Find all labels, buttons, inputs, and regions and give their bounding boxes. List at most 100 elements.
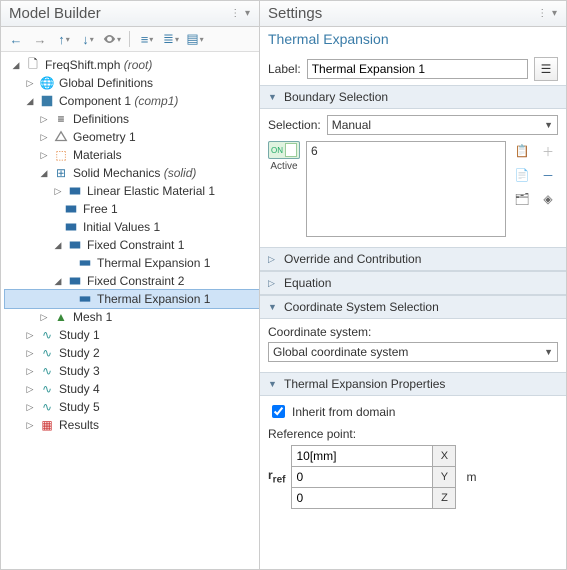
study-icon: ∿ [39,381,55,397]
go-to-source-icon[interactable]: ☰ [534,57,558,81]
section-override[interactable]: ▷ Override and Contribution [260,247,566,271]
paste-icon[interactable]: 📄 [512,165,532,185]
collapse-icon[interactable]: ≡ [138,30,156,48]
rref-y-input[interactable] [292,467,432,487]
expand-icon[interactable]: ≣ [162,30,180,48]
selection-dropdown[interactable]: Manual▼ [327,115,558,135]
tree-thermal-expansion-1a[interactable]: Thermal Expansion 1 [5,254,259,272]
toolbar-separator [129,31,130,47]
tree-geometry[interactable]: ▷ Geometry 1 [5,128,259,146]
subfeature-icon [77,291,93,307]
axis-x: X [433,446,456,467]
inherit-checkbox[interactable]: Inherit from domain [268,402,558,421]
tree-thermal-expansion-1b[interactable]: Thermal Expansion 1 [5,290,259,308]
tree-study-5[interactable]: ▷ ∿ Study 5 [5,398,259,416]
tree-component[interactable]: ◢ Component 1 (comp1) [5,92,259,110]
clipboard-icon[interactable]: 🗂 [512,189,532,209]
subfeature-icon [77,255,93,271]
section-boundary-selection[interactable]: ▼ Boundary Selection [260,85,566,109]
tree-study-4[interactable]: ▷ ∿ Study 4 [5,380,259,398]
remove-icon[interactable]: － [538,165,558,185]
chevron-right-icon: ▷ [268,254,278,265]
tree-fixed-constraint-1[interactable]: ◢ Fixed Constraint 1 [5,236,259,254]
panel-menu-icon[interactable]: ⋮ ▾ [230,8,251,19]
study-icon: ∿ [39,399,55,415]
chevron-down-icon: ▼ [268,379,278,389]
active-toggle[interactable]: ON Active [268,141,300,172]
add-icon[interactable]: ＋ [538,141,558,161]
zoom-select-icon[interactable]: ◈ [538,189,558,209]
back-icon[interactable]: ← [7,30,25,48]
tree-materials[interactable]: ▷ ⬚ Materials [5,146,259,164]
section-title: Coordinate System Selection [284,300,439,314]
panel-menu-icon[interactable]: ⋮ ▾ [537,8,558,19]
tree-view-icon[interactable]: ▤ [186,30,204,48]
selection-label: Selection: [268,118,321,132]
selection-listbox[interactable]: 6 [306,141,506,237]
component-icon [39,93,55,109]
forward-icon[interactable]: → [31,30,49,48]
settings-subtitle: Thermal Expansion [260,27,566,53]
settings-panel: Settings ⋮ ▾ Thermal Expansion Label: ☰ … [260,1,566,569]
globe-icon: 🌐 [39,75,55,91]
axis-y: Y [433,467,456,488]
selection-tools-col2: ＋ － ◈ [538,141,558,209]
model-builder-title: Model Builder [9,5,101,22]
list-item[interactable]: 6 [311,144,501,158]
boundary-feature-icon [63,201,79,217]
up-icon[interactable]: ↑ [55,30,73,48]
section-thermal-props[interactable]: ▼ Thermal Expansion Properties [260,372,566,396]
study-icon: ∿ [39,327,55,343]
tree-study-2[interactable]: ▷ ∿ Study 2 [5,344,259,362]
model-builder-toolbar: ← → ↑ ↓ ≡ ≣ ▤ [1,27,259,52]
boundary-feature-icon [67,273,83,289]
physics-icon: ⊞ [53,165,69,181]
coord-label: Coordinate system: [268,325,558,339]
tree-root[interactable]: ◢ 🗋 FreqShift.mph (root) [5,56,259,74]
coord-dropdown[interactable]: Global coordinate system▼ [268,342,558,362]
settings-title: Settings [268,5,322,22]
down-icon[interactable]: ↓ [79,30,97,48]
tree-lem[interactable]: ▷ Linear Elastic Material 1 [5,182,259,200]
chevron-down-icon: ▼ [268,302,278,312]
rref-z-input[interactable] [292,488,432,508]
rref-symbol: rref [268,468,285,485]
tree-mesh[interactable]: ▷ ▲ Mesh 1 [5,308,259,326]
section-title: Override and Contribution [284,252,421,266]
model-tree[interactable]: ◢ 🗋 FreqShift.mph (root) ▷ 🌐 Global Defi… [1,52,259,569]
tree-initial-values[interactable]: Initial Values 1 [5,218,259,236]
show-icon[interactable] [103,30,121,48]
label-input[interactable] [307,59,528,79]
model-builder-panel: Model Builder ⋮ ▾ ← → ↑ ↓ ≡ ≣ ▤ ◢ 🗋 Freq… [1,1,260,569]
tree-study-1[interactable]: ▷ ∿ Study 1 [5,326,259,344]
active-label: Active [270,161,297,172]
materials-icon: ⬚ [53,147,69,163]
chevron-down-icon: ▼ [268,92,278,102]
tree-solid-mechanics[interactable]: ◢ ⊞ Solid Mechanics (solid) [5,164,259,182]
tree-fixed-constraint-2[interactable]: ◢ Fixed Constraint 2 [5,272,259,290]
inherit-checkbox-input[interactable] [272,405,285,418]
study-icon: ∿ [39,363,55,379]
section-title: Boundary Selection [284,90,388,104]
tree-definitions[interactable]: ▷ ≡ Definitions [5,110,259,128]
copy-icon[interactable]: 📋 [512,141,532,161]
rref-x-input[interactable] [292,446,432,466]
coordinate-system-body: Coordinate system: Global coordinate sys… [260,319,566,372]
tree-global-defs[interactable]: ▷ 🌐 Global Definitions [5,74,259,92]
thermal-props-body: Inherit from domain Reference point: rre… [260,396,566,519]
refpoint-label: Reference point: [268,427,558,441]
refpoint-table: X Y Z [291,445,456,509]
tree-results[interactable]: ▷ ▦ Results [5,416,259,434]
section-coordinate-system[interactable]: ▼ Coordinate System Selection [260,295,566,319]
tree-study-3[interactable]: ▷ ∿ Study 3 [5,362,259,380]
model-icon: 🗋 [25,57,41,73]
section-equation[interactable]: ▷ Equation [260,271,566,295]
domain-feature-icon [67,183,83,199]
section-title: Equation [284,276,331,290]
tree-free[interactable]: Free 1 [5,200,259,218]
section-title: Thermal Expansion Properties [284,377,445,391]
results-icon: ▦ [39,417,55,433]
axis-z: Z [433,488,456,509]
selection-tools-col1: 📋 📄 🗂 [512,141,532,209]
mesh-icon: ▲ [53,309,69,325]
